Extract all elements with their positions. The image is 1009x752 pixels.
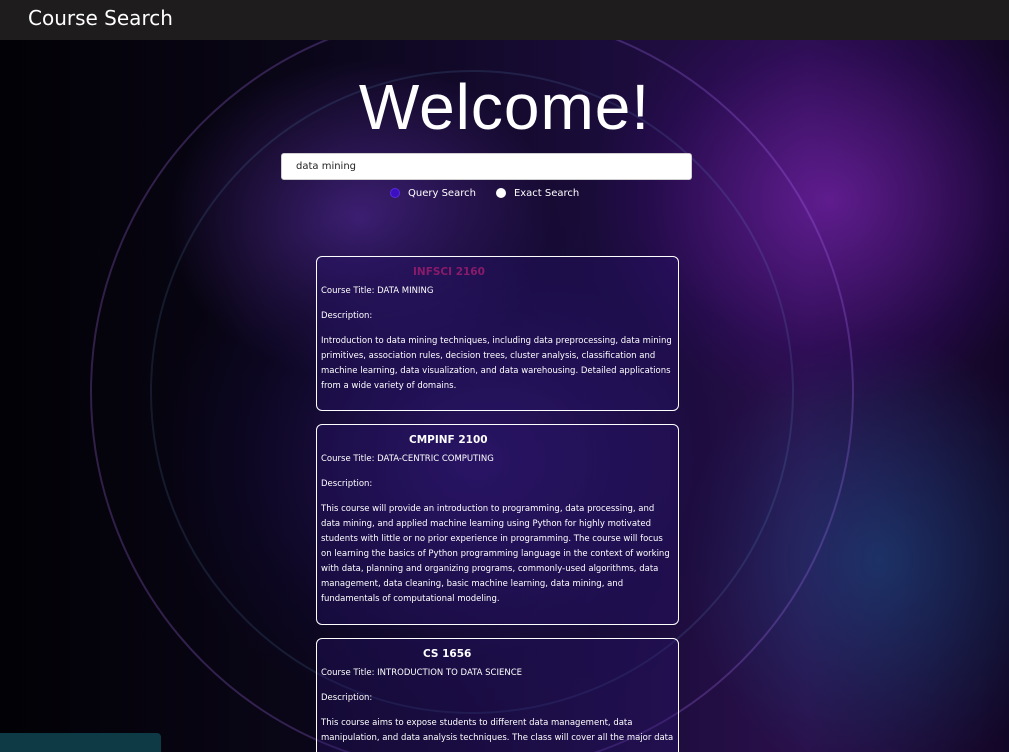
description-label: Description: xyxy=(321,479,373,489)
course-code: CS 1656 xyxy=(423,648,472,660)
course-description: This course will provide an introduction… xyxy=(321,504,670,604)
course-title: Course Title: INTRODUCTION TO DATA SCIEN… xyxy=(321,668,523,678)
exact-search-radio[interactable] xyxy=(495,188,506,198)
course-description: This course aims to expose students to d… xyxy=(321,718,674,743)
course-card: CS 1656 Course Title: INTRODUCTION TO DA… xyxy=(316,638,679,752)
course-code: CMPINF 2100 xyxy=(409,434,488,446)
course-card: INFSCI 2160 Course Title: DATA MINING De… xyxy=(316,256,679,411)
bottom-panel-tab[interactable] xyxy=(0,733,161,752)
course-title: Course Title: DATA MINING xyxy=(321,286,434,296)
query-search-radio[interactable] xyxy=(390,188,400,198)
exact-search-label[interactable]: Exact Search xyxy=(514,188,579,199)
course-title: Course Title: DATA-CENTRIC COMPUTING xyxy=(321,454,494,464)
course-code: INFSCI 2160 xyxy=(413,266,485,278)
description-label: Description: xyxy=(321,693,373,703)
brand-link[interactable]: Course Search xyxy=(28,6,173,30)
hero-section: Welcome! Query Search Exact Search INFSC… xyxy=(0,40,1009,752)
query-search-label[interactable]: Query Search xyxy=(408,188,476,199)
navbar: Course Search xyxy=(0,0,1009,40)
course-card: CMPINF 2100 Course Title: DATA-CENTRIC C… xyxy=(316,424,679,625)
search-input[interactable] xyxy=(281,153,692,180)
course-description: Introduction to data mining techniques, … xyxy=(321,336,672,391)
search-mode-group: Query Search Exact Search xyxy=(390,186,599,200)
description-label: Description: xyxy=(321,311,373,321)
welcome-heading: Welcome! xyxy=(358,71,651,143)
